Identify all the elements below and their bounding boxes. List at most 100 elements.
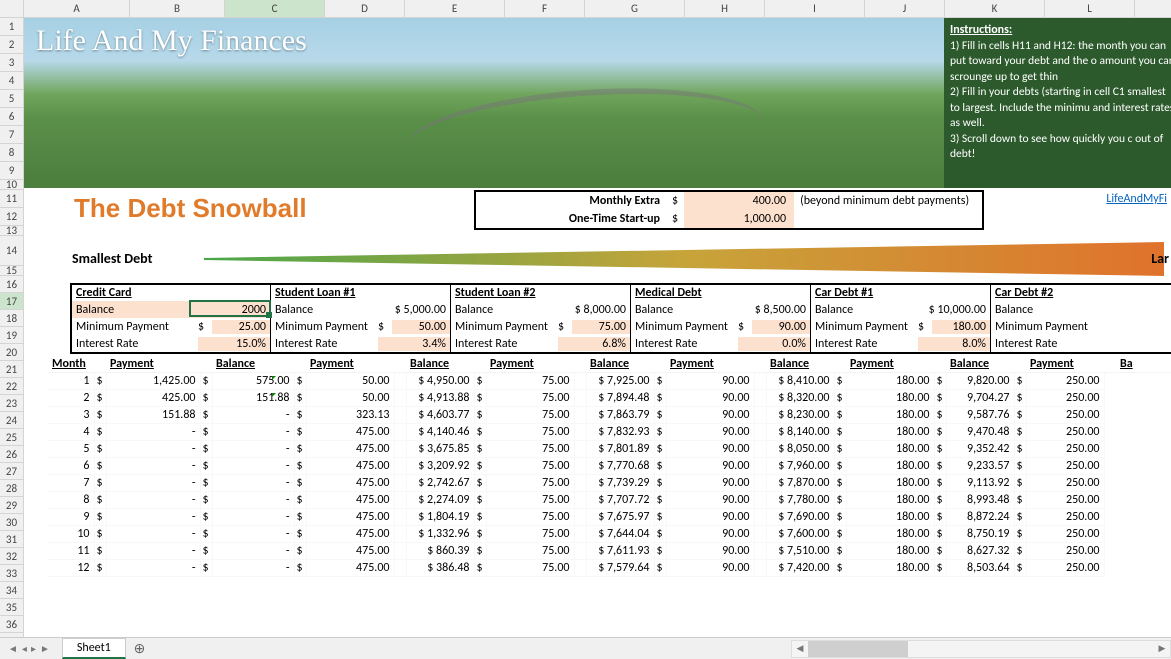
currency-symbol[interactable]: $	[934, 407, 946, 424]
schedule-cell[interactable]	[754, 373, 766, 390]
schedule-cell[interactable]: 180.00	[846, 424, 934, 441]
column-headers[interactable]: ABCDEFGHIJKL	[0, 0, 1171, 18]
currency-symbol[interactable]: $	[834, 441, 846, 458]
row-header[interactable]: 4	[0, 72, 23, 90]
schedule-cell[interactable]: $ 3,675.85	[406, 441, 474, 458]
schedule-cell[interactable]: -	[212, 441, 294, 458]
schedule-row[interactable]: 10$-$-$475.00$ 1,332.96$75.00$ 7,644.04$…	[48, 526, 1171, 543]
schedule-cell[interactable]	[574, 390, 586, 407]
currency-symbol[interactable]: $	[200, 441, 212, 458]
schedule-cell[interactable]: -	[106, 543, 200, 560]
schedule-cell[interactable]: 90.00	[666, 560, 754, 577]
currency-symbol[interactable]: $	[94, 424, 106, 441]
currency-symbol[interactable]: $	[934, 509, 946, 526]
schedule-cell[interactable]: 6	[48, 458, 94, 475]
row-header[interactable]: 1	[0, 18, 23, 36]
schedule-cell[interactable]	[754, 390, 766, 407]
row-header[interactable]: 31	[0, 531, 23, 548]
schedule-cell[interactable]: 90.00	[666, 543, 754, 560]
row-header[interactable]: 3	[0, 54, 23, 72]
row-header[interactable]: 5	[0, 90, 23, 108]
currency-symbol[interactable]: $	[294, 543, 306, 560]
currency-symbol[interactable]: $	[834, 390, 846, 407]
currency-symbol[interactable]: $	[94, 492, 106, 509]
schedule-cell[interactable]: 8,627.32	[946, 543, 1014, 560]
column-header[interactable]: G	[585, 0, 685, 17]
row-header[interactable]: 10	[0, 180, 23, 190]
column-header[interactable]: B	[130, 0, 225, 17]
currency-symbol[interactable]: $	[94, 390, 106, 407]
row-header[interactable]: 11	[0, 190, 23, 208]
currency-symbol[interactable]: $	[934, 526, 946, 543]
currency-symbol[interactable]: $	[834, 475, 846, 492]
schedule-cell[interactable]: $ 7,510.00	[766, 543, 834, 560]
schedule-cell[interactable]	[394, 424, 406, 441]
row-header[interactable]: 21	[0, 361, 23, 378]
currency-symbol[interactable]: $	[934, 390, 946, 407]
schedule-cell[interactable]: 75.00	[486, 560, 574, 577]
schedule-cell[interactable]: 90.00	[666, 526, 754, 543]
minpay-value[interactable]: 50.00	[392, 320, 450, 334]
currency-symbol[interactable]: $	[200, 458, 212, 475]
currency-symbol[interactable]: $	[1014, 458, 1026, 475]
tab-nav-prev-icon[interactable]: ◂	[22, 642, 27, 655]
schedule-cell[interactable]	[754, 424, 766, 441]
schedule-cell[interactable]: 90.00	[666, 458, 754, 475]
schedule-cell[interactable]: 9,470.48	[946, 424, 1014, 441]
currency-symbol[interactable]: $	[654, 424, 666, 441]
schedule-cell[interactable]: 5	[48, 441, 94, 458]
rate-value[interactable]: 8.0%	[918, 337, 990, 351]
schedule-cell[interactable]: 75.00	[486, 492, 574, 509]
schedule-cell[interactable]: 9,113.92	[946, 475, 1014, 492]
schedule-cell[interactable]: -	[106, 458, 200, 475]
row-header[interactable]: 36	[0, 616, 23, 633]
scroll-left-icon[interactable]: ◀	[792, 643, 808, 654]
schedule-cell[interactable]: 475.00	[306, 526, 394, 543]
schedule-cell[interactable]: $ 386.48	[406, 560, 474, 577]
column-header[interactable]: E	[405, 0, 505, 17]
currency-symbol[interactable]: $	[654, 441, 666, 458]
currency-symbol[interactable]: $	[474, 390, 486, 407]
schedule-cell[interactable]: $ 7,690.00	[766, 509, 834, 526]
schedule-cell[interactable]	[574, 509, 586, 526]
schedule-cell[interactable]: 75.00	[486, 458, 574, 475]
column-header[interactable]: A	[24, 0, 130, 17]
row-header[interactable]: 2	[0, 36, 23, 54]
schedule-cell[interactable]: 250.00	[1026, 407, 1104, 424]
schedule-cell[interactable]: $ 1,332.96	[406, 526, 474, 543]
schedule-cell[interactable]	[574, 492, 586, 509]
schedule-row[interactable]: 8$-$-$475.00$ 2,274.09$75.00$ 7,707.72$9…	[48, 492, 1171, 509]
schedule-cell[interactable]: 10	[48, 526, 94, 543]
currency-symbol[interactable]: $	[200, 390, 212, 407]
scroll-track[interactable]	[808, 641, 1154, 657]
currency-symbol[interactable]: $	[94, 526, 106, 543]
currency-symbol[interactable]: $	[834, 526, 846, 543]
schedule-cell[interactable]	[754, 492, 766, 509]
schedule-cell[interactable]: 180.00	[846, 390, 934, 407]
currency-symbol[interactable]: $	[94, 509, 106, 526]
schedule-cell[interactable]: $ 7,780.00	[766, 492, 834, 509]
currency-symbol[interactable]: $	[934, 373, 946, 390]
schedule-cell[interactable]: $ 7,644.04	[586, 526, 654, 543]
minpay-value[interactable]: 25.00	[212, 320, 270, 334]
schedule-cell[interactable]: 475.00	[306, 424, 394, 441]
currency-symbol[interactable]: $	[934, 424, 946, 441]
currency-symbol[interactable]: $	[294, 560, 306, 577]
schedule-cell[interactable]: 250.00	[1026, 441, 1104, 458]
scroll-thumb[interactable]	[808, 641, 908, 657]
schedule-cell[interactable]	[394, 526, 406, 543]
schedule-cell[interactable]: 75.00	[486, 475, 574, 492]
currency-symbol[interactable]: $	[934, 475, 946, 492]
schedule-cell[interactable]	[394, 560, 406, 577]
select-all-corner[interactable]	[0, 0, 24, 17]
row-header[interactable]: 7	[0, 126, 23, 144]
currency-symbol[interactable]: $	[934, 441, 946, 458]
currency-symbol[interactable]: $	[1014, 543, 1026, 560]
row-header[interactable]: 19	[0, 327, 23, 344]
schedule-cell[interactable]	[754, 441, 766, 458]
currency-symbol[interactable]: $	[474, 526, 486, 543]
currency-symbol[interactable]: $	[1014, 424, 1026, 441]
schedule-cell[interactable]	[574, 441, 586, 458]
schedule-cell[interactable]: $ 2,274.09	[406, 492, 474, 509]
schedule-cell[interactable]: 180.00	[846, 407, 934, 424]
